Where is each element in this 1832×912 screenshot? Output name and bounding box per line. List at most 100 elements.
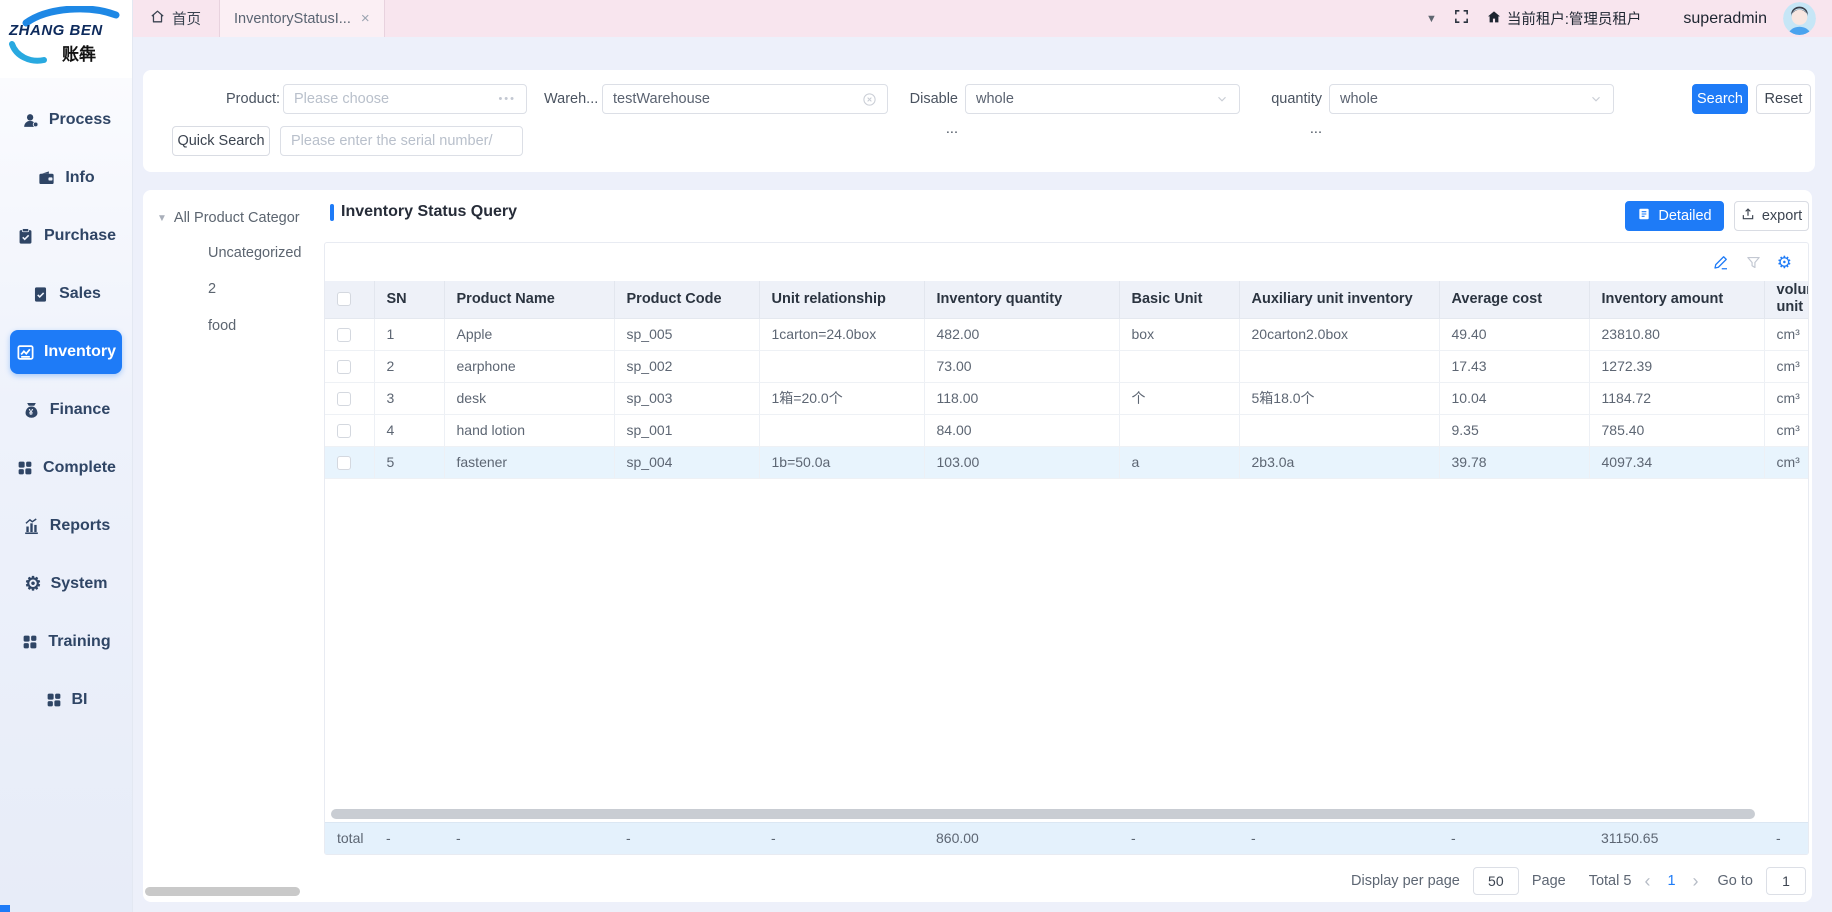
table-cell: 49.40: [1439, 318, 1589, 350]
total-cell: -: [1764, 822, 1808, 854]
total-cell: -: [1119, 822, 1239, 854]
more-options-icon: •••: [498, 93, 516, 105]
sidebar-item-system[interactable]: ⚙System: [10, 562, 122, 606]
sidebar-item-label: System: [51, 575, 108, 593]
chevron-down-icon[interactable]: ▼: [1426, 13, 1437, 25]
table-row[interactable]: 5fastenersp_0041b=50.0a103.00a2b3.0a39.7…: [325, 446, 1808, 478]
quantity-value: whole: [1340, 91, 1378, 107]
total-cell: -: [614, 822, 759, 854]
table-cell: earphone: [444, 350, 614, 382]
table-cell: box: [1119, 318, 1239, 350]
sidebar-item-info[interactable]: Info: [10, 156, 122, 200]
table-cell: [759, 414, 924, 446]
quick-search-field[interactable]: [280, 126, 523, 156]
page-size-input[interactable]: [1473, 867, 1519, 895]
tree-item-uncategorized[interactable]: Uncategorized: [208, 245, 302, 261]
checkbox-cell: [325, 350, 374, 382]
sidebar-item-complete[interactable]: Complete: [10, 446, 122, 490]
prev-page-icon[interactable]: ‹: [1644, 872, 1650, 890]
sidebar-item-process[interactable]: Process: [10, 98, 122, 142]
table-row[interactable]: 1Applesp_0051carton=24.0box482.00box20ca…: [325, 318, 1808, 350]
row-checkbox[interactable]: [337, 360, 351, 374]
column-header: Inventory quantity: [924, 281, 1119, 318]
table-row[interactable]: 2earphonesp_00273.0017.431272.39cm³: [325, 350, 1808, 382]
tree-item-food[interactable]: food: [208, 318, 236, 334]
table-row[interactable]: 3desksp_0031箱=20.0个118.00个5箱18.0个10.0411…: [325, 382, 1808, 414]
checkbox-cell: [325, 382, 374, 414]
tenant-label: 当前租户:管理员租户: [1507, 8, 1642, 29]
row-checkbox[interactable]: [337, 328, 351, 342]
table-row[interactable]: 4hand lotionsp_00184.009.35785.40cm³: [325, 414, 1808, 446]
detailed-button[interactable]: Detailed: [1625, 201, 1724, 231]
table-cell: [1119, 350, 1239, 382]
quick-search-input[interactable]: [291, 133, 512, 149]
chevron-down-icon: [1589, 92, 1603, 106]
goto-label: Go to: [1718, 873, 1753, 889]
row-checkbox[interactable]: [337, 456, 351, 470]
filter-funnel-icon[interactable]: [1745, 254, 1762, 271]
reset-button[interactable]: Reset: [1756, 84, 1811, 114]
table-hscroll-thumb[interactable]: [331, 809, 1755, 819]
grid-icon: [16, 459, 34, 477]
avatar[interactable]: [1783, 2, 1816, 35]
warehouse-field[interactable]: [602, 84, 888, 114]
table-cell: 1184.72: [1589, 382, 1764, 414]
quick-search-button[interactable]: Quick Search: [172, 126, 270, 156]
sidebar-item-bi[interactable]: BI: [10, 678, 122, 722]
export-button[interactable]: export: [1734, 201, 1809, 231]
sidebar-item-finance[interactable]: ¥Finance: [10, 388, 122, 432]
row-checkbox[interactable]: [337, 424, 351, 438]
table-cell: hand lotion: [444, 414, 614, 446]
sidebar-item-label: Finance: [50, 401, 110, 419]
sidebar-item-inventory[interactable]: Inventory: [10, 330, 122, 374]
warehouse-input[interactable]: [613, 91, 862, 107]
table-cell: 9.35: [1439, 414, 1589, 446]
table-cell: cm³: [1764, 350, 1808, 382]
sidebar-item-label: Reports: [50, 517, 110, 535]
gear-icon[interactable]: ⚙: [1777, 254, 1792, 271]
table-cell: 个: [1119, 382, 1239, 414]
total-label-cell: total: [325, 822, 374, 854]
topbar: 首页 InventoryStatusI... × ▼ 当前租户:管理员租户 su…: [133, 0, 1832, 37]
product-label: Product:: [143, 84, 280, 114]
current-page[interactable]: 1: [1663, 873, 1679, 889]
sidebar-item-reports[interactable]: Reports: [10, 504, 122, 548]
table-cell: 84.00: [924, 414, 1119, 446]
clear-icon[interactable]: [862, 92, 877, 107]
next-page-icon[interactable]: ›: [1693, 872, 1699, 890]
sidebar-item-training[interactable]: Training: [10, 620, 122, 664]
column-header: Product Code: [614, 281, 759, 318]
product-select[interactable]: Please choose •••: [283, 84, 527, 114]
close-icon[interactable]: ×: [361, 11, 370, 26]
username[interactable]: superadmin: [1683, 10, 1767, 28]
table-empty-area: [325, 479, 1808, 806]
table-cell: 1箱=20.0个: [759, 382, 924, 414]
table-cell: 5箱18.0个: [1239, 382, 1439, 414]
row-checkbox[interactable]: [337, 392, 351, 406]
search-button[interactable]: Search: [1692, 84, 1748, 114]
tenant-info[interactable]: 当前租户:管理员租户: [1486, 8, 1642, 29]
select-all-checkbox[interactable]: [337, 292, 351, 306]
total-count-label: Total 5: [1589, 873, 1632, 889]
sidebar-item-purchase[interactable]: Purchase: [10, 214, 122, 258]
tab-inventory-status[interactable]: InventoryStatusI... ×: [219, 0, 385, 37]
disable-select[interactable]: whole: [965, 84, 1240, 114]
tree-root-all-categories[interactable]: ▼ All Product Categor: [157, 210, 300, 226]
tree-horizontal-scrollbar[interactable]: [145, 887, 300, 896]
edit-pencil-icon[interactable]: [1712, 253, 1730, 271]
page-title: Inventory Status Query: [341, 203, 517, 221]
tree-item-2[interactable]: 2: [208, 281, 216, 297]
table-cell: sp_005: [614, 318, 759, 350]
table-toolbar: ⚙: [325, 243, 1808, 281]
sidebar-item-sales[interactable]: Sales: [10, 272, 122, 316]
sidebar-item-label: Inventory: [44, 343, 116, 361]
disable-label: Disable ...: [896, 84, 958, 114]
quantity-select[interactable]: whole: [1329, 84, 1614, 114]
tree-root-label: All Product Categor: [174, 210, 300, 226]
table-cell: fastener: [444, 446, 614, 478]
goto-page-input[interactable]: [1766, 867, 1806, 895]
tab-home[interactable]: 首页: [133, 0, 219, 37]
fullscreen-icon[interactable]: [1453, 8, 1470, 30]
caret-down-icon[interactable]: ▼: [157, 213, 167, 224]
total-cell: -: [444, 822, 614, 854]
